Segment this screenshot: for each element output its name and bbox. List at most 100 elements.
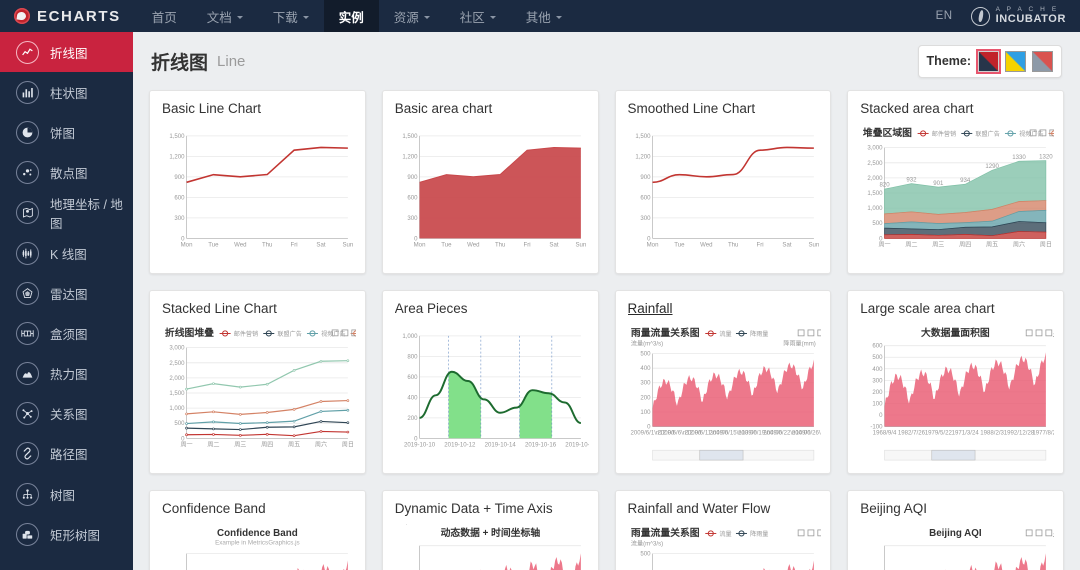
chart-card[interactable]: Confidence Band Confidence Band Example in… [149,490,366,570]
svg-text:周三: 周三 [932,241,944,248]
svg-text:Example in MetricsGraphics.js: Example in MetricsGraphics.js [215,540,300,547]
sidebar-item-2[interactable]: 饼图 [0,112,133,152]
svg-text:1330: 1330 [1012,154,1026,161]
nav-item-6[interactable]: 其他 [511,0,577,32]
chart-card[interactable]: Large scale area chart 大数据量面积图 -100 0 100 200… [847,290,1064,474]
top-navigation-bar: ECHARTS 首页 文档 下载 实例 资源 社区 其他 EN A P A C H E IN… [0,0,1080,32]
chart-preview: Beijing AQI 400 [857,524,1054,570]
apache-incubator-logo[interactable]: A P A C H E INCUBATOR [970,6,1066,26]
chart-card[interactable]: Area Pieces 0 200 400 600 800 1,000 2019-10-10 2… [381,290,599,474]
svg-text:周五: 周五 [288,441,300,448]
svg-text:流量: 流量 [719,530,731,538]
nav-item-1[interactable]: 文档 [192,0,258,32]
svg-text:降雨量: 降雨量 [750,530,768,538]
sidebar-item-1[interactable]: 柱状图 [0,72,133,112]
chart-card[interactable]: Beijing AQI Beijing AQI 400 [847,490,1064,570]
nav-item-2[interactable]: 下载 [258,0,324,32]
svg-text:2019-10-14: 2019-10-14 [484,441,516,448]
svg-text:降雨量: 降雨量 [750,330,768,338]
chart-card-title[interactable]: Area Pieces [395,301,589,316]
chart-preview: 折线图堆叠邮件营销联盟广告视频广告直接访问搜索引擎05001,0001,5002… [159,324,356,466]
heatmap-chart-icon [16,362,39,386]
svg-text:800: 800 [407,353,418,360]
chart-card-title[interactable]: Dynamic Data + Time Axis [395,501,589,516]
svg-text:Thu: Thu [727,241,738,248]
chart-card[interactable]: Smoothed Line Chart 0 300 600 900 1,200 1,500 M… [614,90,832,274]
chart-card-title[interactable]: Stacked Line Chart [162,301,356,316]
sidebar-item-11[interactable]: 树图 [0,474,133,514]
chevron-down-icon [489,15,496,19]
language-switch[interactable]: EN [936,10,953,22]
svg-text:1,500: 1,500 [169,390,185,397]
sidebar-item-label: 盒须图 [50,327,88,342]
svg-text:200: 200 [873,389,884,396]
chart-card-title[interactable]: Basic area chart [395,101,589,116]
svg-text:Tue: Tue [441,241,452,248]
svg-text:邮件营销: 邮件营销 [234,330,258,338]
svg-text:2,000: 2,000 [169,375,185,382]
svg-text:600: 600 [873,343,884,350]
svg-text:Wed: Wed [700,241,712,248]
chart-preview: 0 300 600 900 1,200 1,500 Mon Tue Wed Thu Fri Sat Su… [624,124,822,266]
svg-text:Beijing AQI: Beijing AQI [929,528,982,539]
chart-card[interactable]: Basic Line Chart 0 300 600 900 1,200 1,500 Mon T… [149,90,366,274]
chart-card[interactable]: Rainfall and Water Flow 雨量流量关系图 流量 降雨量 流量(m^… [614,490,832,570]
svg-text:300: 300 [640,380,651,387]
theme-swatch-0[interactable] [978,50,999,72]
theme-swatch-2[interactable] [1032,50,1053,72]
treemap-chart-icon [16,522,39,546]
theme-swatch-1[interactable] [1005,50,1026,72]
svg-text:Wed: Wed [467,241,479,248]
sidebar-item-12[interactable]: 矩形树图 [0,514,133,554]
chart-card[interactable]: Rainfall 雨量流量关系图 流量 降雨量 流量(m^3/s) 降雨量(mm) 0 100… [614,290,832,474]
incubator-bottom-text: INCUBATOR [995,13,1066,26]
chart-preview: 0 300 600 900 1,200 1,500 Mon Tue Wed Thu Fri Sat Su… [159,124,356,266]
brand-logo-link[interactable]: ECHARTS [0,8,137,25]
svg-text:雨量流量关系图: 雨量流量关系图 [630,526,699,539]
svg-text:600: 600 [174,194,185,201]
nav-item-4[interactable]: 资源 [379,0,445,32]
svg-text:1,000: 1,000 [868,205,884,212]
sidebar-item-9[interactable]: 关系图 [0,394,133,434]
map-chart-icon [16,201,39,225]
sidebar-item-10[interactable]: 路径图 [0,434,133,474]
sidebar-item-3[interactable]: 散点图 [0,153,133,193]
nav-item-3[interactable]: 实例 [323,0,379,32]
svg-text:500: 500 [873,220,884,227]
chart-card-title[interactable]: Large scale area chart [860,301,1054,316]
chart-card-title[interactable]: Basic Line Chart [162,101,356,116]
chart-card-title[interactable]: Rainfall and Water Flow [628,501,822,516]
nav-item-0[interactable]: 首页 [137,0,192,32]
nav-item-label: 社区 [459,10,485,25]
chart-card-title[interactable]: Confidence Band [162,501,356,516]
sidebar-item-6[interactable]: 雷达图 [0,273,133,313]
svg-text:400: 400 [640,365,651,372]
sidebar-item-0[interactable]: 折线图 [0,32,133,73]
nav-item-5[interactable]: 社区 [445,0,511,32]
svg-text:0: 0 [879,412,883,419]
chart-card[interactable]: Stacked Line Chart折线图堆叠邮件营销联盟广告视频广告直接访问搜… [149,290,366,474]
chart-card-title[interactable]: Stacked area chart [860,101,1054,116]
sidebar-item-4[interactable]: 地理坐标 / 地图 [0,193,133,233]
chart-card-title[interactable]: Smoothed Line Chart [628,101,822,116]
svg-text:2009/6/26\n4:00: 2009/6/26\n4:00 [791,429,821,436]
bar-chart-icon [16,80,39,104]
chart-card-title[interactable]: Beijing AQI [860,501,1054,516]
chart-card[interactable]: Dynamic Data + Time Axis 动态数据 + 时间坐标轴 1,50… [381,490,599,570]
chart-card[interactable]: Stacked area chart堆叠区域图邮件营销联盟广告视频广告直接访问搜… [847,90,1064,274]
svg-text:Tue: Tue [208,241,219,248]
chart-card[interactable]: Basic area chart 0 300 600 900 1,200 1,500 Mon T… [381,90,599,274]
sidebar-item-7[interactable]: 盒须图 [0,313,133,353]
svg-text:Fri: Fri [756,241,763,248]
svg-text:Sat: Sat [549,241,558,248]
svg-text:3,000: 3,000 [169,345,185,352]
svg-text:联盟广告: 联盟广告 [277,330,301,338]
sidebar-item-8[interactable]: 热力图 [0,354,133,394]
pie-chart-icon [16,120,39,144]
chart-card-title[interactable]: Rainfall [628,301,822,316]
svg-text:1,000: 1,000 [402,333,418,340]
chart-preview: 大数据量面积图 -100 0 100 200 300 400 500 600 1968/9/4 19… [857,324,1054,466]
svg-text:1,200: 1,200 [635,153,651,160]
svg-text:900: 900 [174,174,185,181]
sidebar-item-5[interactable]: K 线图 [0,233,133,273]
